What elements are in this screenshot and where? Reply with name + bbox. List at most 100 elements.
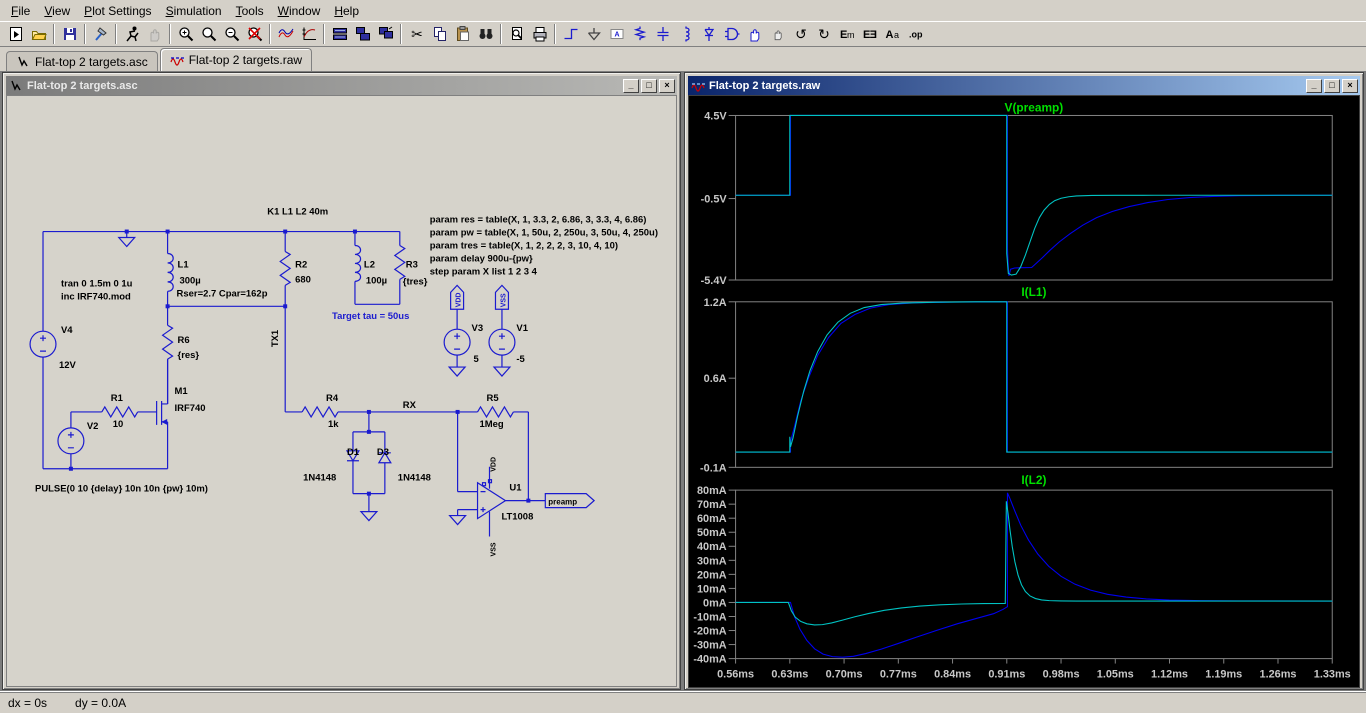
schematic-text: {tres} (403, 276, 428, 287)
menu-item-tools[interactable]: Tools (229, 2, 271, 20)
find-button[interactable] (474, 23, 497, 45)
place-capacitor-icon (654, 25, 672, 43)
plot-settings-button[interactable] (297, 23, 320, 45)
print-button[interactable] (528, 23, 551, 45)
schematic-text: R2 (295, 259, 307, 270)
save-button[interactable] (58, 23, 81, 45)
schematic-text: inc IRF740.mod (61, 291, 131, 302)
menu-item-help[interactable]: Help (327, 2, 366, 20)
svg-text:A: A (885, 29, 893, 41)
place-inductor-button[interactable] (674, 23, 697, 45)
place-text-button[interactable]: Aa (881, 23, 904, 45)
schematic-text: VSS (490, 542, 497, 556)
place-text-icon: Aa (884, 25, 902, 43)
component-L2[interactable] (355, 245, 361, 281)
toolbar-separator (169, 24, 171, 44)
schematic-canvas[interactable]: K1 L1 L2 40mtran 0 1.5m 0 1uinc IRF740.m… (6, 95, 677, 687)
place-ground-button[interactable] (582, 23, 605, 45)
zoom-in-button[interactable] (174, 23, 197, 45)
tab-waveform[interactable]: Flat-top 2 targets.raw (160, 48, 312, 71)
schematic-text: R4 (326, 393, 339, 404)
component-R4[interactable] (302, 407, 338, 417)
tile-horizontal-button[interactable] (328, 23, 351, 45)
schematic-text: K1 L1 L2 40m (267, 207, 328, 218)
mirror-icon: EE (861, 25, 879, 43)
cascade-windows-button[interactable] (374, 23, 397, 45)
schematic-window-titlebar[interactable]: Flat-top 2 targets.asc _ □ × (6, 76, 677, 95)
new-schematic-button[interactable] (4, 23, 27, 45)
component-V3[interactable] (444, 329, 470, 355)
x-tick-label: 0.77ms (880, 668, 917, 680)
maximize-icon[interactable]: □ (641, 79, 657, 93)
place-capacitor-button[interactable] (651, 23, 674, 45)
run-simulation-button[interactable] (120, 23, 143, 45)
component-R2[interactable] (280, 251, 290, 285)
spice-directive-icon: .op (907, 25, 925, 43)
zoom-area-button[interactable] (197, 23, 220, 45)
waveform-file-icon (691, 79, 705, 93)
tile-vertical-button[interactable] (351, 23, 374, 45)
find-icon (477, 25, 495, 43)
component-R1[interactable] (102, 407, 138, 417)
paste-button[interactable] (451, 23, 474, 45)
schematic-text: Rser=2.7 Cpar=162p (177, 288, 268, 299)
tab-schematic[interactable]: Flat-top 2 targets.asc (6, 51, 158, 71)
y-tick-label: 4.5V (704, 110, 727, 122)
schematic-labels: K1 L1 L2 40mtran 0 1.5m 0 1uinc IRF740.m… (35, 207, 658, 557)
schematic-text: param pw = table(X, 1, 50u, 2, 250u, 3, … (430, 228, 658, 239)
halt-simulation-button[interactable] (143, 23, 166, 45)
menu-item-file[interactable]: File (4, 2, 37, 20)
mirror-button[interactable]: EE (858, 23, 881, 45)
component-M1[interactable] (157, 359, 168, 469)
component-D3[interactable] (379, 432, 391, 494)
x-tick-label: 0.98ms (1043, 668, 1080, 680)
schematic-text: param res = table(X, 1, 3.3, 2, 6.86, 3,… (430, 215, 647, 226)
undo-button[interactable]: ↺ (789, 23, 812, 45)
component-V4[interactable] (30, 331, 56, 357)
print-icon (531, 25, 549, 43)
close-icon[interactable]: × (659, 79, 675, 93)
y-tick-label: 1.2A (704, 297, 727, 309)
component-R3[interactable] (395, 245, 405, 279)
waveform-window-titlebar[interactable]: Flat-top 2 targets.raw _ □ × (688, 76, 1360, 95)
component-V2[interactable] (58, 428, 84, 454)
close-icon[interactable]: × (1342, 79, 1358, 93)
component-L1[interactable] (168, 253, 174, 291)
zoom-out-button[interactable] (220, 23, 243, 45)
control-panel-button[interactable] (89, 23, 112, 45)
minimize-icon[interactable]: _ (1306, 79, 1322, 93)
draw-wire-button[interactable] (559, 23, 582, 45)
component-R6[interactable] (163, 325, 173, 359)
minimize-icon[interactable]: _ (623, 79, 639, 93)
zoom-full-extents-button[interactable] (243, 23, 266, 45)
menu-item-window[interactable]: Window (271, 2, 328, 20)
component-R5[interactable] (478, 407, 514, 417)
menu-item-view[interactable]: View (37, 2, 77, 20)
place-diode-button[interactable] (697, 23, 720, 45)
copy-button[interactable] (428, 23, 451, 45)
label-net-button[interactable]: A (605, 23, 628, 45)
place-component-button[interactable] (720, 23, 743, 45)
schematic-text: IRF740 (175, 403, 206, 414)
drag-button[interactable] (766, 23, 789, 45)
open-file-button[interactable] (27, 23, 50, 45)
autorange-y-axis-button[interactable] (274, 23, 297, 45)
component-D1[interactable] (347, 432, 359, 494)
spice-directive-button[interactable]: .op (904, 23, 927, 45)
schematic-text: 100µ (366, 275, 387, 286)
waveform-viewer[interactable]: V(preamp)4.5V-0.5V-5.4VI(L1)1.2A0.6A-0.1… (688, 95, 1360, 688)
open-file-icon (30, 25, 48, 43)
cut-button[interactable]: ✂ (405, 23, 428, 45)
component-V1[interactable] (489, 329, 515, 355)
place-resistor-button[interactable] (628, 23, 651, 45)
maximize-icon[interactable]: □ (1324, 79, 1340, 93)
menu-item-simulation[interactable]: Simulation (159, 2, 229, 20)
y-tick-label: -30mA (693, 640, 726, 652)
tile-horizontal-icon (331, 25, 349, 43)
redo-button[interactable]: ↻ (812, 23, 835, 45)
rotate-button[interactable]: Em (835, 23, 858, 45)
print-preview-button[interactable] (505, 23, 528, 45)
move-button[interactable] (743, 23, 766, 45)
ltspice-app: FileViewPlot SettingsSimulationToolsWind… (0, 0, 1366, 713)
menu-item-plot-settings[interactable]: Plot Settings (77, 2, 158, 20)
